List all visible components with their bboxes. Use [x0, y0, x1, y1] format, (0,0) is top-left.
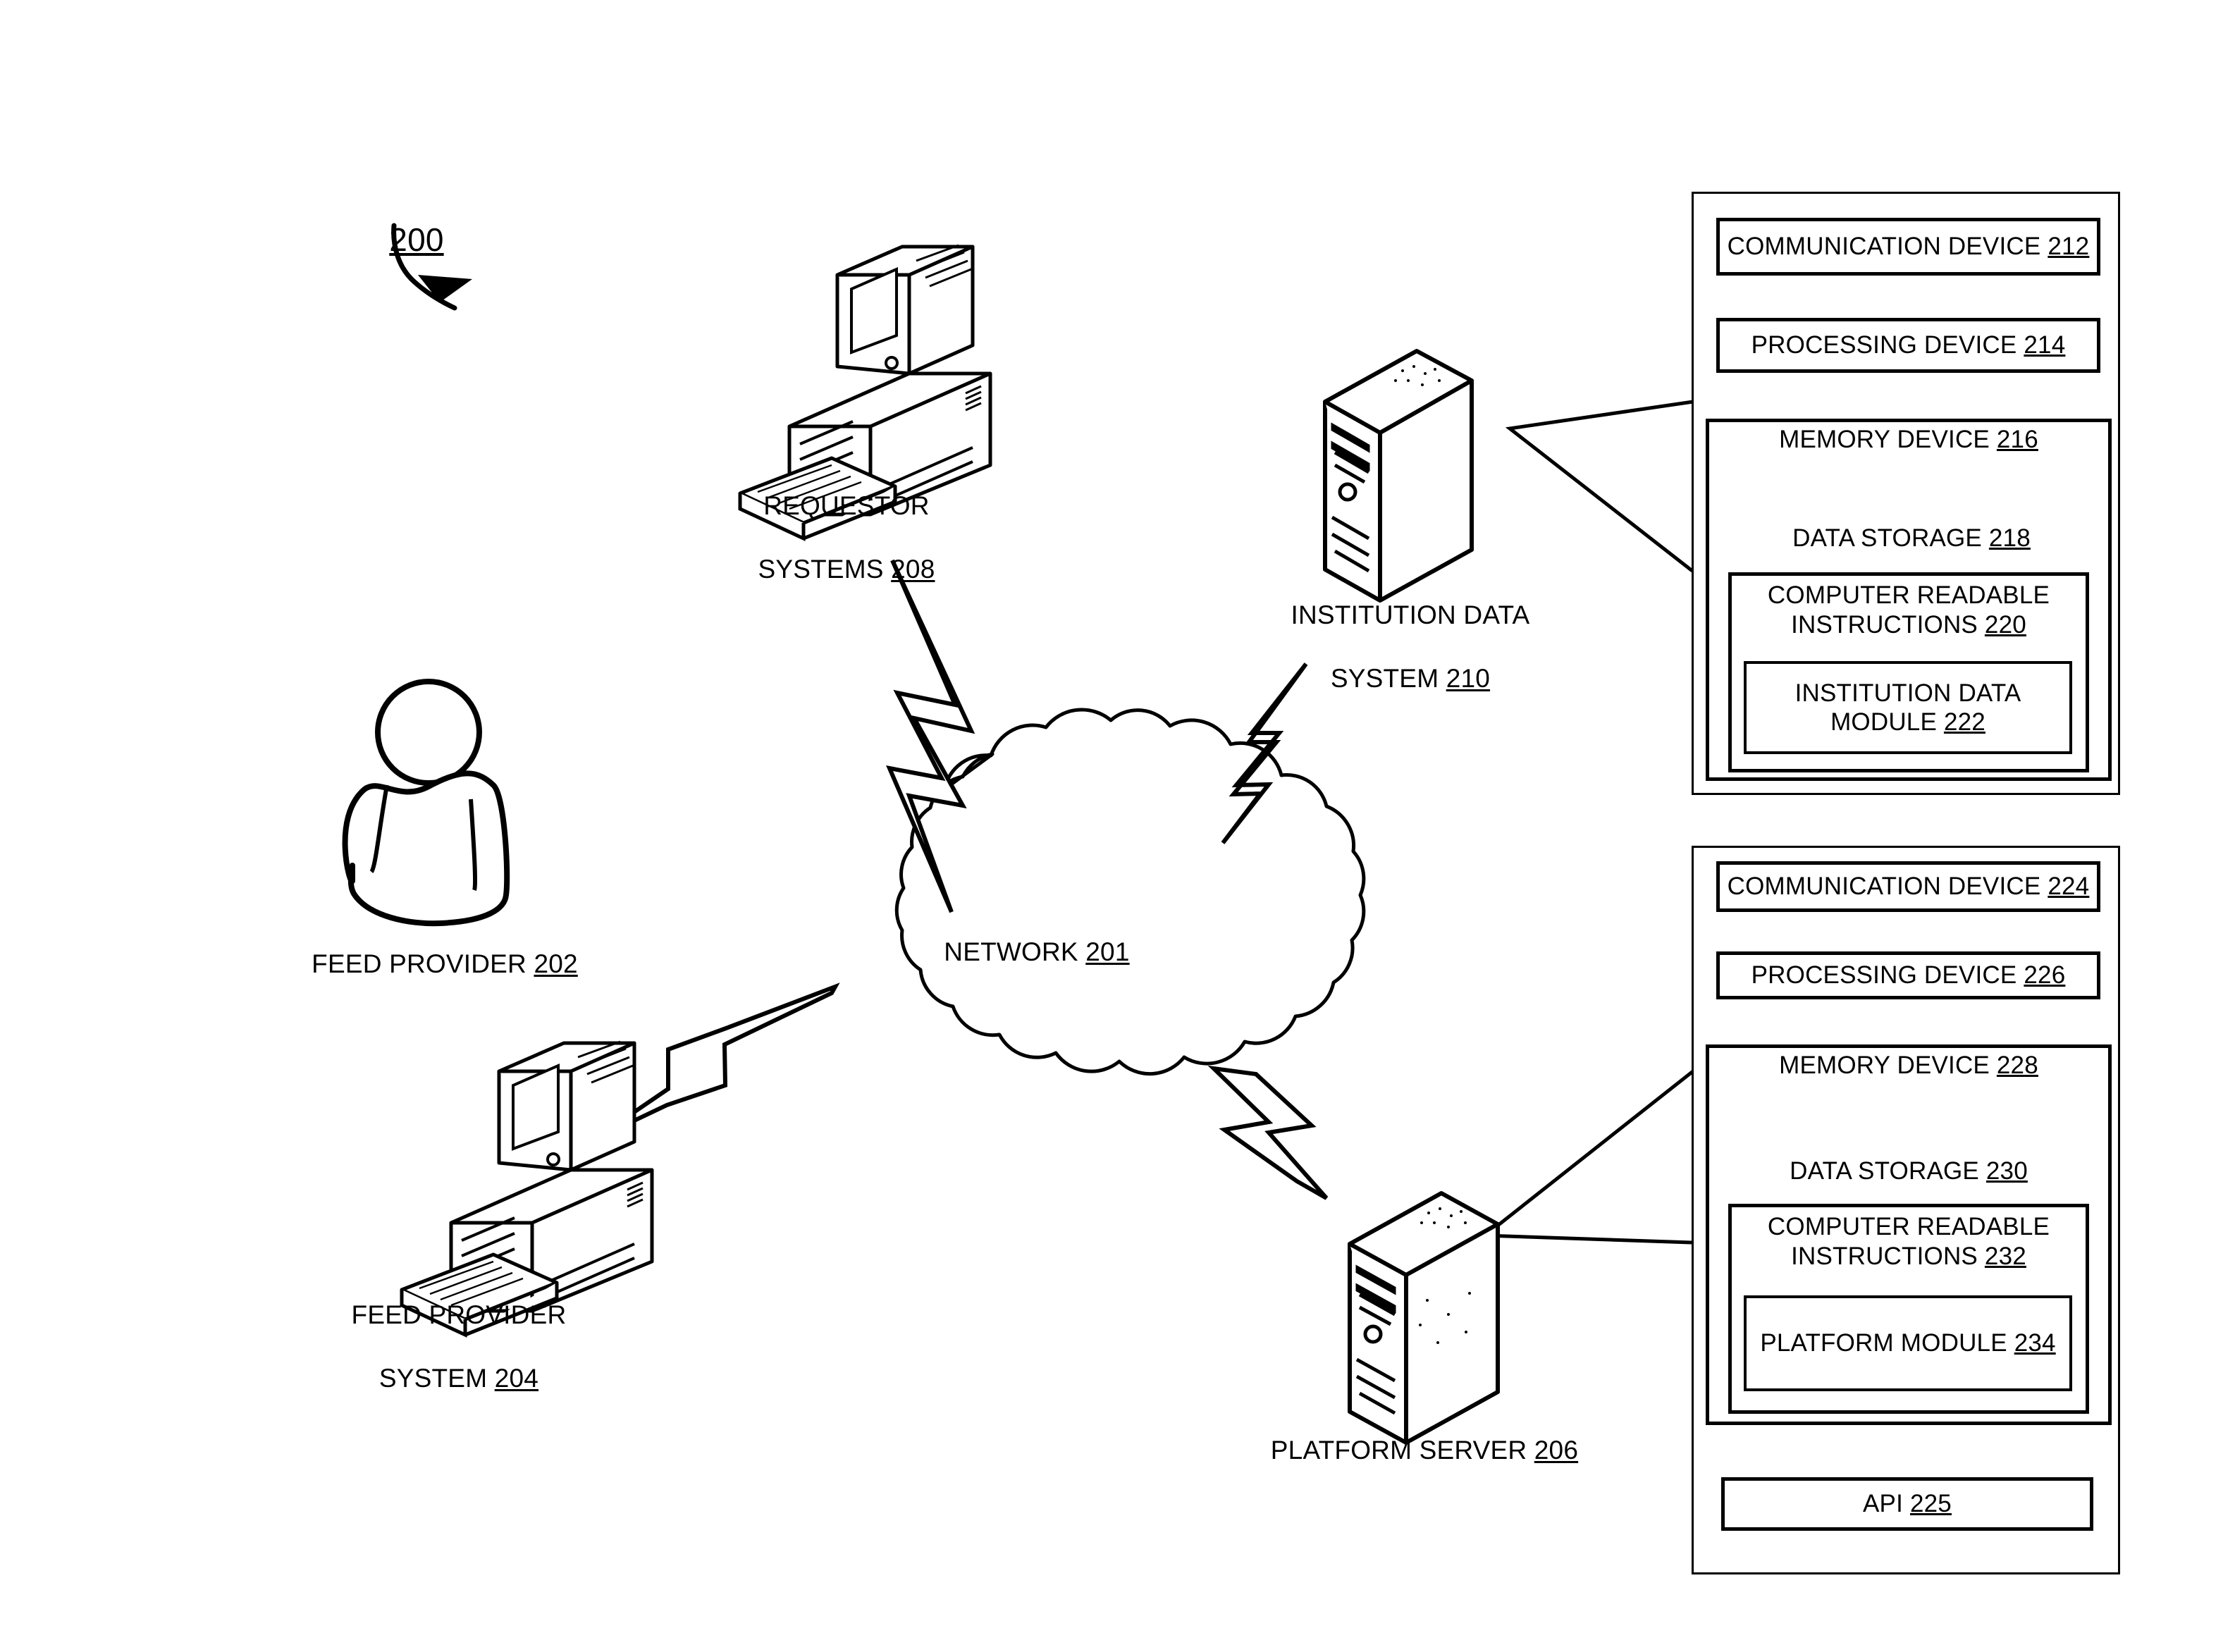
processing-device-214-box[interactable]: PROCESSING DEVICE 214	[1716, 318, 2100, 373]
lightning-connector-platform-server	[1207, 1065, 1329, 1200]
computer-readable-instructions-232-label: COMPUTER READABLE INSTRUCTIONS 232	[1767, 1213, 2050, 1270]
memory-device-228-label: MEMORY DEVICE 228	[1779, 1052, 2038, 1079]
api-225-ref: 225	[1909, 1490, 1952, 1518]
requestor-systems-label: REQUESTOR SYSTEMS 208	[758, 491, 935, 584]
platform-server-label: PLATFORM SERVER 206	[1270, 1436, 1579, 1465]
proc-device-226-ref: 226	[2024, 961, 2066, 990]
feed-provider-system-label: FEED PROVIDER SYSTEM 204	[351, 1300, 567, 1393]
institution-data-system-server-icon	[1323, 349, 1474, 603]
proc-device-226-text: PROCESSING DEVICE	[1751, 961, 2024, 990]
computer-readable-instructions-220-label: COMPUTER READABLE INSTRUCTIONS 220	[1767, 581, 2050, 639]
platform-module-234-box[interactable]: PLATFORM MODULE 234	[1744, 1295, 2072, 1391]
platform-module-234-ref: 234	[2014, 1329, 2056, 1357]
memory-device-216-label: MEMORY DEVICE 216	[1779, 426, 2038, 453]
api-225-text: API	[1863, 1490, 1910, 1518]
communication-device-212-box[interactable]: COMMUNICATION DEVICE 212	[1716, 218, 2100, 276]
patent-figure-canvas: COMMUNICATION DEVICE 212 PROCESSING DEVI…	[0, 0, 2235, 1652]
feed-provider-person-icon	[342, 679, 510, 927]
communication-device-224-box[interactable]: COMMUNICATION DEVICE 224	[1716, 861, 2100, 912]
institution-data-module-222-line1: INSTITUTION DATA	[1794, 679, 2021, 707]
network-cloud	[894, 708, 1366, 1076]
data-storage-218-label: DATA STORAGE 218	[1792, 524, 2031, 552]
institution-data-module-222-ref: 222	[1943, 708, 1985, 736]
institution-data-system-label: INSTITUTION DATA SYSTEM 210	[1291, 600, 1530, 694]
platform-module-234-text: PLATFORM MODULE	[1760, 1329, 2014, 1357]
institution-data-module-222-box[interactable]: INSTITUTION DATA MODULE 222	[1744, 661, 2072, 754]
comm-device-212-text: COMMUNICATION DEVICE	[1727, 233, 2048, 261]
processing-device-226-box[interactable]: PROCESSING DEVICE 226	[1716, 951, 2100, 999]
figure-reference-number: 200	[389, 221, 444, 259]
feed-provider-label: FEED PROVIDER 202	[312, 949, 578, 979]
proc-device-214-ref: 214	[2024, 331, 2066, 359]
leader-line-platform	[1480, 1070, 1694, 1245]
comm-device-224-ref: 224	[2048, 873, 2090, 901]
leader-line-institution	[1505, 400, 1694, 572]
institution-data-module-222-line2: MODULE	[1830, 708, 1944, 736]
api-225-box[interactable]: API 225	[1721, 1477, 2093, 1531]
data-storage-230-label: DATA STORAGE 230	[1790, 1157, 2028, 1185]
comm-device-212-ref: 212	[2048, 233, 2090, 261]
proc-device-214-text: PROCESSING DEVICE	[1751, 331, 2024, 359]
comm-device-224-text: COMMUNICATION DEVICE	[1727, 873, 2048, 901]
network-label: NETWORK 201	[944, 937, 1130, 967]
